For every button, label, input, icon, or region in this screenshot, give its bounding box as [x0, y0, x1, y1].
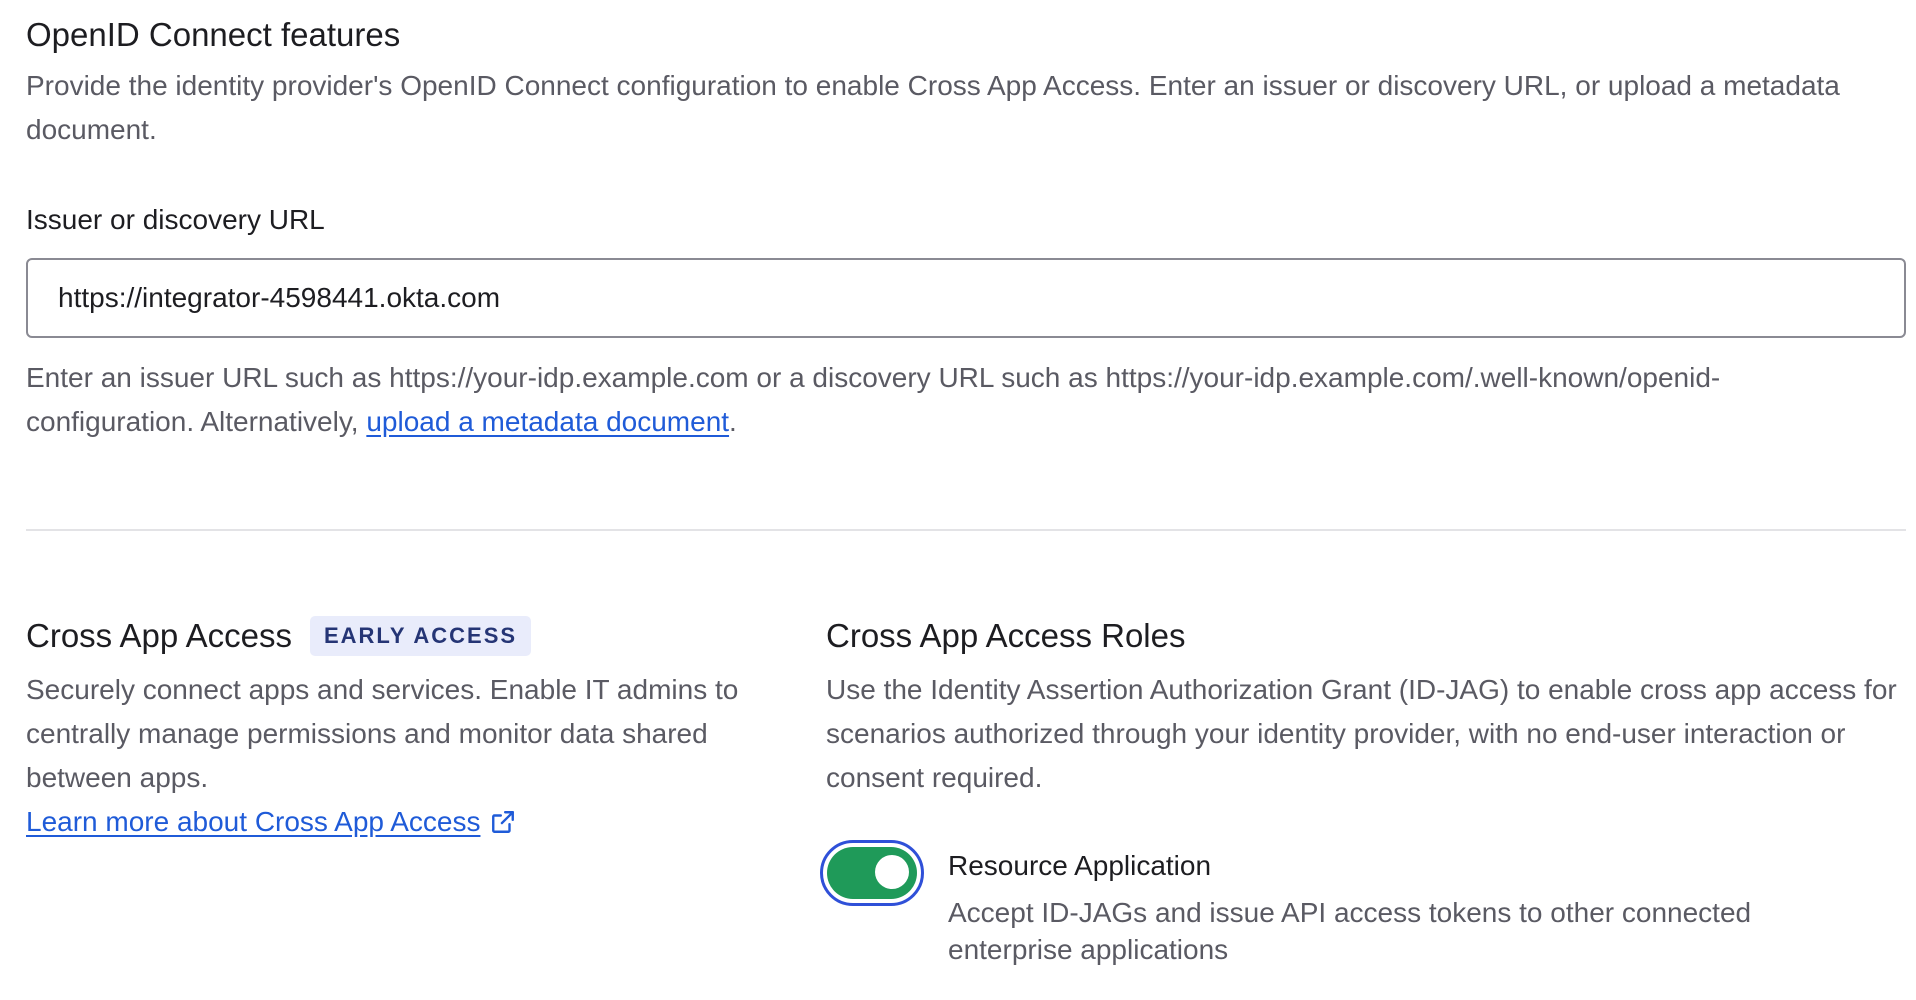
- cross-app-access-header: Cross App Access EARLY ACCESS: [26, 610, 746, 662]
- issuer-url-input[interactable]: [26, 258, 1906, 338]
- resource-application-text: Resource Application Accept ID-JAGs and …: [948, 840, 1848, 968]
- settings-page: OpenID Connect features Provide the iden…: [0, 0, 1916, 1000]
- upload-metadata-link[interactable]: upload a metadata document: [366, 406, 729, 437]
- resource-application-toggle[interactable]: [820, 840, 924, 906]
- toggle-track: [827, 847, 917, 899]
- issuer-url-hint: Enter an issuer URL such as https://your…: [26, 356, 1886, 444]
- roles-header: Cross App Access Roles: [826, 610, 1906, 662]
- learn-more-label: Learn more about Cross App Access: [26, 806, 481, 837]
- early-access-badge: EARLY ACCESS: [309, 616, 532, 656]
- resource-application-label: Resource Application: [948, 850, 1212, 881]
- cross-app-access-description: Securely connect apps and services. Enab…: [26, 674, 739, 793]
- external-link-icon: [492, 811, 515, 833]
- resource-application-description: Accept ID-JAGs and issue API access toke…: [948, 897, 1752, 965]
- cross-app-access-title: Cross App Access: [26, 617, 292, 654]
- roles-title: Cross App Access Roles: [826, 617, 1186, 654]
- cross-app-access-section: Cross App Access EARLY ACCESS Securely c…: [26, 610, 746, 844]
- cross-app-access-roles-section: Cross App Access Roles Use the Identity …: [820, 610, 1906, 968]
- toggle-knob: [875, 855, 909, 889]
- oidc-section-description: Provide the identity provider's OpenID C…: [26, 70, 1840, 145]
- resource-application-option: Resource Application Accept ID-JAGs and …: [820, 840, 1906, 968]
- learn-more-link[interactable]: Learn more about Cross App Access: [26, 800, 516, 844]
- hint-suffix: .: [729, 406, 737, 437]
- hint-text: Enter an issuer URL such as https://your…: [26, 362, 1721, 437]
- roles-description: Use the Identity Assertion Authorization…: [826, 674, 1897, 793]
- section-divider: [26, 529, 1906, 531]
- issuer-url-label: Issuer or discovery URL: [26, 204, 325, 235]
- oidc-section-title: OpenID Connect features: [26, 16, 401, 53]
